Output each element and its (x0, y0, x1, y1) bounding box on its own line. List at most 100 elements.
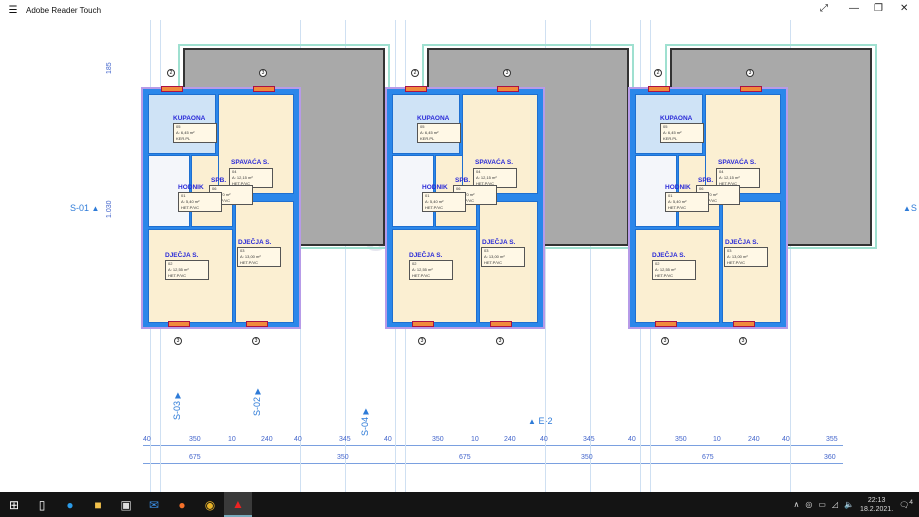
dimension-label: 675 (459, 454, 471, 461)
wifi-icon[interactable]: ◿ (832, 500, 838, 509)
file-explorer-icon[interactable]: ■ (84, 492, 112, 517)
notifications-icon[interactable]: 🗨4 (899, 499, 913, 510)
room-info-hodnik: 01 A: 5,40 m² HET.P/VC (665, 192, 709, 212)
room-floor: HET.P/VC (168, 273, 187, 278)
axis-text: S-01 (70, 203, 90, 213)
room-name-spb: SPB. (211, 177, 227, 184)
vertical-dim-top: 185 (106, 62, 113, 74)
pdf-page[interactable]: Dogma S-01 ▲ S-03 ▶ S-02 ▶ S-04 ▶ ▲ E-2 … (0, 20, 919, 492)
room-name-hodnik: HODNIK (422, 184, 448, 191)
restore-icon[interactable]: ❐ (874, 3, 883, 14)
chrome-icon[interactable]: ◉ (196, 492, 224, 517)
window-bottom-right (733, 321, 755, 327)
room-name-spavaca: SPAVAĆA S. (475, 159, 514, 166)
room-name-djecja2: DJEČJA S. (725, 239, 759, 246)
window-bottom-right (490, 321, 512, 327)
window-bottom-left (412, 321, 434, 327)
axis-text: S-04 (360, 416, 370, 436)
room-name-djecja2: DJEČJA S. (482, 239, 516, 246)
room-floor: HET.P/VC (727, 260, 746, 265)
dimension-label: 10 (471, 436, 479, 443)
window-mark: 3 (739, 337, 747, 345)
room-name-spb: SPB. (698, 177, 714, 184)
edge-icon[interactable]: ● (56, 492, 84, 517)
dimension-label: 350 (189, 436, 201, 443)
floor-plan-unit[interactable]: KUPAONA 05 A: 6,45 m² KER.PL SPAVAĆA S. 04 A… (628, 69, 788, 345)
mail-icon[interactable]: ✉ (140, 492, 168, 517)
room-name-spavaca: SPAVAĆA S. (718, 159, 757, 166)
window-top-right (253, 86, 275, 92)
window-mark: 3 (746, 69, 754, 77)
axis-label-s01: S-01 ▲ (70, 203, 100, 213)
dimension-label: 675 (702, 454, 714, 461)
window-top-right (740, 86, 762, 92)
room-name-kupaona: KUPAONA (660, 115, 693, 122)
room-name-djecja2: DJEČJA S. (238, 239, 272, 246)
axis-label-s04: S-04 ▶ (360, 408, 370, 436)
clock[interactable]: 22:13 18.2.2021. (860, 496, 893, 514)
store-icon[interactable]: ▣ (112, 492, 140, 517)
dimension-label: 240 (261, 436, 273, 443)
axis-text: S-02 (252, 396, 262, 416)
axis-text: S-03 (172, 400, 182, 420)
windows-start-icon[interactable]: ⊞ (0, 492, 28, 517)
dimension-label: 10 (713, 436, 721, 443)
room-floor: KER.PL (420, 136, 435, 141)
dimension-line-1 (143, 445, 843, 446)
axis-text: S (910, 203, 917, 213)
window-bottom-left (655, 321, 677, 327)
task-view-icon[interactable]: ▯ (28, 492, 56, 517)
room-floor: HET.P/VC (484, 260, 503, 265)
window-mark: 3 (418, 337, 426, 345)
room-info-kupaona: 05 A: 6,45 m² KER.PL (173, 123, 217, 143)
notification-count: 4 (909, 499, 913, 507)
room-name-djecja1: DJEČJA S. (652, 252, 686, 259)
room-floor: HET.P/VC (668, 205, 687, 210)
date: 18.2.2021. (860, 505, 894, 513)
dimension-label: 355 (826, 436, 838, 443)
room-info-djecja1: 02 A: 12,55 m² HET.P/VC (165, 260, 209, 280)
window-mark: 3 (661, 337, 669, 345)
room-floor: KER.PL (663, 136, 678, 141)
volume-icon[interactable]: 🔈 (844, 500, 854, 509)
room-info-kupaona: 05 A: 6,45 m² KER.PL (417, 123, 461, 143)
app-title: Adobe Reader Touch (26, 5, 102, 15)
room-stairs (635, 155, 677, 227)
chevron-up-icon[interactable]: ∧ (794, 500, 800, 509)
axis-label-e2: ▲ E-2 (528, 416, 552, 426)
window-bottom-right (246, 321, 268, 327)
axis-label-s-right: ▲S (903, 203, 917, 213)
dimension-label: 345 (339, 436, 351, 443)
room-name-hodnik: HODNIK (178, 184, 204, 191)
room-name-hodnik: HODNIK (665, 184, 691, 191)
axis-label-s02: S-02 ▶ (252, 388, 262, 416)
dimension-label: 350 (581, 454, 593, 461)
floor-plan-unit[interactable]: KUPAONA 05 A: 6,45 m² KER.PL SPAVAĆA S. 04 A… (385, 69, 545, 345)
axis-label-s03: S-03 ▶ (172, 392, 182, 420)
minimize-icon[interactable]: — (849, 3, 859, 14)
window-bottom-left (168, 321, 190, 327)
window-mark: 3 (174, 337, 182, 345)
close-icon[interactable]: ✕ (900, 3, 908, 14)
hamburger-icon[interactable]: ☰ (0, 5, 26, 16)
window-mark: 2 (411, 69, 419, 77)
battery-icon[interactable]: ▭ (818, 500, 826, 509)
room-floor: HET.P/VC (655, 273, 674, 278)
window-mark: 3 (503, 69, 511, 77)
window-mark: 3 (496, 337, 504, 345)
dimension-label: 350 (675, 436, 687, 443)
adobe-reader-icon[interactable]: ▲ (224, 492, 252, 517)
dimension-label: 360 (824, 454, 836, 461)
room-name-djecja1: DJEČJA S. (409, 252, 443, 259)
room-info-hodnik: 01 A: 5,40 m² HET.P/VC (422, 192, 466, 212)
window-mark: 2 (167, 69, 175, 77)
firefox-icon[interactable]: ● (168, 492, 196, 517)
expand-icon[interactable]: ⤢ (820, 3, 828, 14)
room-info-kupaona: 05 A: 6,45 m² KER.PL (660, 123, 704, 143)
window-mark: 3 (259, 69, 267, 77)
floor-plan-unit[interactable]: KUPAONA 05 A: 6,45 m² KER.PL SPAVAĆA S. 04 A… (141, 69, 301, 345)
room-stairs (148, 155, 190, 227)
dimension-label: 350 (337, 454, 349, 461)
window-mark: 2 (654, 69, 662, 77)
location-icon[interactable]: ◎ (805, 500, 812, 509)
